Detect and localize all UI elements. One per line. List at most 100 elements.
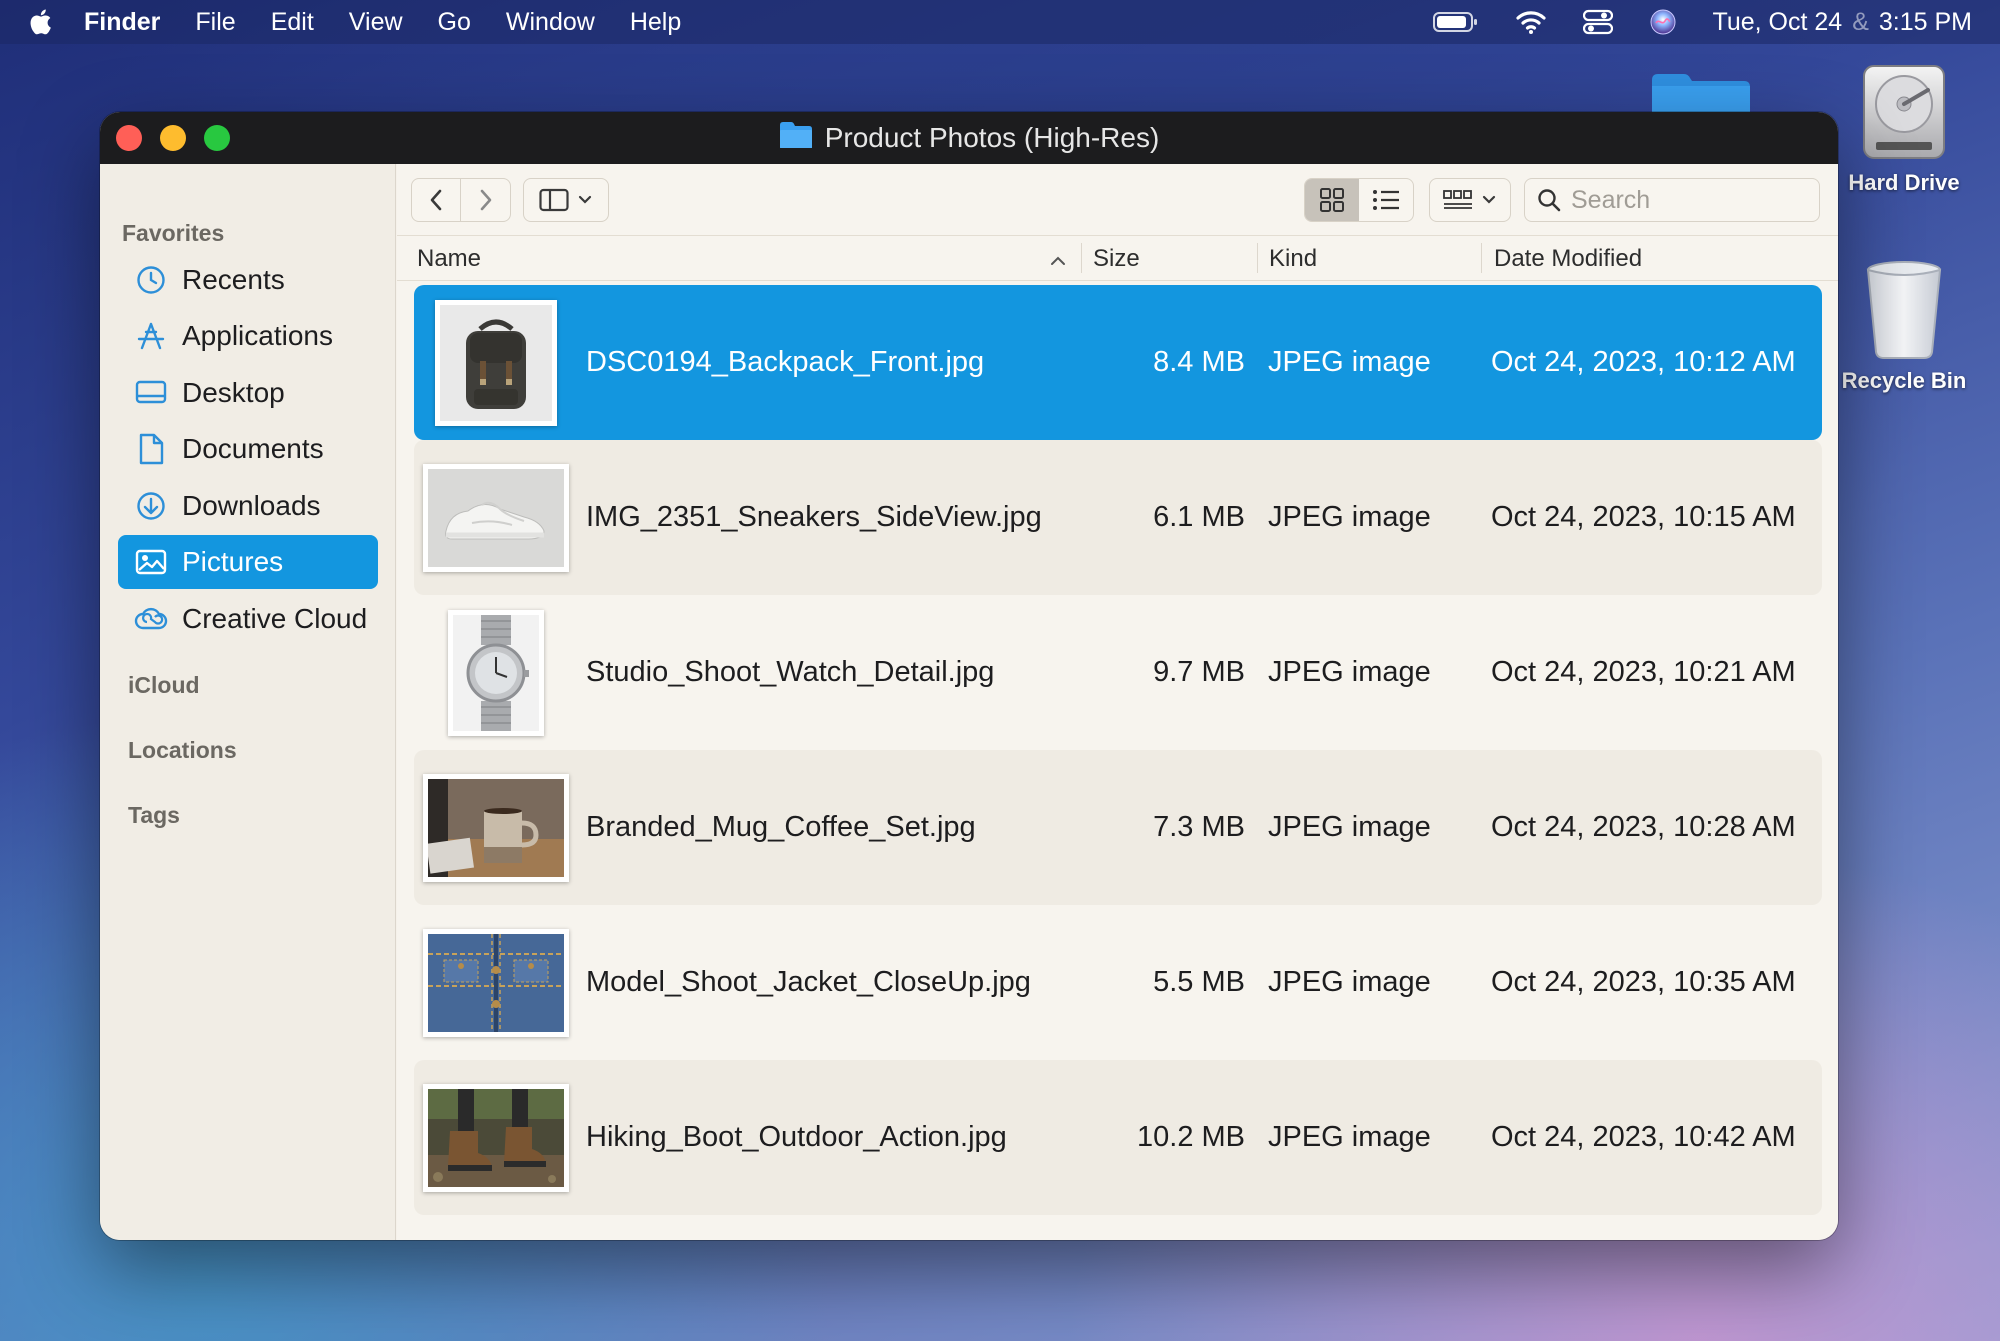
sidebar-icon — [539, 188, 569, 212]
clock-icon — [134, 263, 168, 297]
pictures-icon — [134, 545, 168, 579]
search-field[interactable] — [1524, 178, 1820, 222]
battery-icon[interactable] — [1432, 11, 1479, 33]
file-name: Hiking_Boot_Outdoor_Action.jpg — [586, 1121, 1007, 1153]
list-view-button[interactable] — [1359, 179, 1413, 221]
file-size: 7.3 MB — [1153, 811, 1245, 843]
menu-file[interactable]: File — [195, 8, 235, 37]
sidebar-item-label: Creative Cloud — [182, 603, 368, 634]
file-thumbnail — [422, 608, 570, 738]
siri-icon[interactable] — [1649, 8, 1677, 36]
file-row[interactable]: Hiking_Boot_Outdoor_Action.jpg 10.2 MB J… — [414, 1060, 1822, 1215]
menu-help[interactable]: Help — [630, 8, 681, 37]
menu-go[interactable]: Go — [438, 8, 471, 37]
file-row[interactable]: Studio_Shoot_Watch_Detail.jpg 9.7 MB JPE… — [414, 595, 1822, 750]
sidebar-item-desktop[interactable]: Desktop — [118, 366, 378, 420]
menu-view[interactable]: View — [349, 8, 403, 37]
file-name: Branded_Mug_Coffee_Set.jpg — [586, 811, 976, 843]
control-center-icon[interactable] — [1582, 9, 1613, 35]
download-icon — [134, 489, 168, 523]
denim-jacket-thumbnail — [423, 928, 569, 1037]
file-date: Oct 24, 2023, 10:12 AM — [1491, 346, 1796, 378]
sidebar-item-label: Documents — [182, 433, 324, 464]
finder-window: Product Photos (High-Res) Favorites Rece… — [100, 112, 1838, 1240]
apple-menu-icon[interactable] — [28, 7, 54, 37]
sidebar-item-label: Downloads — [182, 490, 321, 521]
column-date-modified[interactable]: Date Modified — [1494, 245, 1642, 273]
file-row[interactable]: Model_Shoot_Jacket_CloseUp.jpg 5.5 MB JP… — [414, 905, 1822, 1060]
desktop-icon — [134, 376, 168, 410]
group-by-button[interactable] — [1429, 178, 1511, 222]
file-name: Model_Shoot_Jacket_CloseUp.jpg — [586, 966, 1031, 998]
close-button[interactable] — [116, 125, 142, 151]
file-thumbnail — [422, 763, 570, 893]
desktop-folder-icon[interactable] — [1648, 72, 1752, 112]
sidebar-header-locations[interactable]: Locations — [128, 737, 237, 764]
desktop-recycle-bin[interactable]: Recycle Bin — [1834, 258, 1974, 394]
sidebar-item-downloads[interactable]: Downloads — [118, 479, 378, 533]
clock-separator: & — [1852, 7, 1869, 36]
file-row[interactable]: DSC0194_Backpack_Front.jpg 8.4 MB JPEG i… — [414, 285, 1822, 440]
column-divider[interactable] — [1257, 243, 1258, 273]
column-header: Name Size Kind Date Modified — [397, 237, 1838, 281]
zoom-button[interactable] — [204, 125, 230, 151]
search-input[interactable] — [1571, 185, 1801, 215]
minimize-button[interactable] — [160, 125, 186, 151]
grid-icon — [1320, 188, 1344, 212]
watch-thumbnail — [448, 609, 544, 736]
wifi-icon[interactable] — [1515, 9, 1547, 35]
sidebar-toggle-button[interactable] — [523, 178, 609, 222]
sidebar-item-label: Applications — [182, 320, 333, 351]
sidebar-item-creative-cloud[interactable]: Creative Cloud — [118, 592, 378, 646]
sidebar-header-favorites: Favorites — [122, 220, 225, 246]
clock-date: Tue, Oct 24 — [1712, 7, 1843, 36]
menu-window[interactable]: Window — [506, 8, 595, 37]
file-kind: JPEG image — [1268, 811, 1431, 843]
file-row[interactable]: Branded_Mug_Coffee_Set.jpg 7.3 MB JPEG i… — [414, 750, 1822, 905]
file-date: Oct 24, 2023, 10:28 AM — [1491, 811, 1796, 843]
backpack-thumbnail — [435, 299, 557, 426]
column-divider[interactable] — [1481, 243, 1482, 273]
file-thumbnail — [422, 298, 570, 428]
sort-ascending-icon[interactable] — [1049, 247, 1067, 275]
menu-app-finder[interactable]: Finder — [84, 8, 160, 37]
menu-edit[interactable]: Edit — [271, 8, 314, 37]
chevron-down-icon — [578, 195, 592, 204]
sidebar-item-recents[interactable]: Recents — [118, 253, 378, 307]
sidebar-item-pictures[interactable]: Pictures — [118, 535, 378, 589]
column-kind[interactable]: Kind — [1269, 245, 1317, 273]
column-size[interactable]: Size — [1093, 245, 1140, 273]
file-name: DSC0194_Backpack_Front.jpg — [586, 346, 985, 378]
file-name: Studio_Shoot_Watch_Detail.jpg — [586, 656, 995, 688]
traffic-lights — [116, 125, 230, 151]
file-date: Oct 24, 2023, 10:35 AM — [1491, 966, 1796, 998]
file-row[interactable]: IMG_2351_Sneakers_SideView.jpg 6.1 MB JP… — [414, 440, 1822, 595]
window-titlebar[interactable]: Product Photos (High-Res) — [100, 112, 1838, 164]
sidebar-item-documents[interactable]: Documents — [118, 422, 378, 476]
file-name: IMG_2351_Sneakers_SideView.jpg — [586, 501, 1042, 533]
chevron-left-icon — [430, 189, 442, 211]
sidebar-header-icloud[interactable]: iCloud — [128, 672, 200, 699]
file-size: 10.2 MB — [1137, 1121, 1245, 1153]
sidebar-item-applications[interactable]: Applications — [118, 309, 378, 363]
sidebar: Favorites Recents Applications Desktop D… — [100, 164, 396, 1240]
file-kind: JPEG image — [1268, 966, 1431, 998]
search-icon — [1538, 189, 1561, 212]
back-button[interactable] — [412, 179, 462, 221]
file-kind: JPEG image — [1268, 656, 1431, 688]
sidebar-item-label: Recents — [182, 264, 285, 295]
sidebar-item-label: Desktop — [182, 377, 285, 408]
desktop-hard-drive[interactable]: Hard Drive — [1834, 62, 1974, 196]
forward-button[interactable] — [461, 179, 510, 221]
icon-view-button[interactable] — [1305, 179, 1359, 221]
sidebar-header-tags[interactable]: Tags — [128, 802, 180, 829]
menu-clock[interactable]: Tue, Oct 24 & 3:15 PM — [1713, 8, 1972, 37]
trash-icon — [1834, 258, 1974, 360]
group-icon — [1443, 190, 1472, 209]
column-name[interactable]: Name — [417, 245, 481, 273]
file-thumbnail — [422, 453, 570, 583]
file-size: 8.4 MB — [1153, 346, 1245, 378]
column-divider[interactable] — [1081, 243, 1082, 273]
hard-drive-label: Hard Drive — [1848, 170, 1960, 195]
file-size: 9.7 MB — [1153, 656, 1245, 688]
